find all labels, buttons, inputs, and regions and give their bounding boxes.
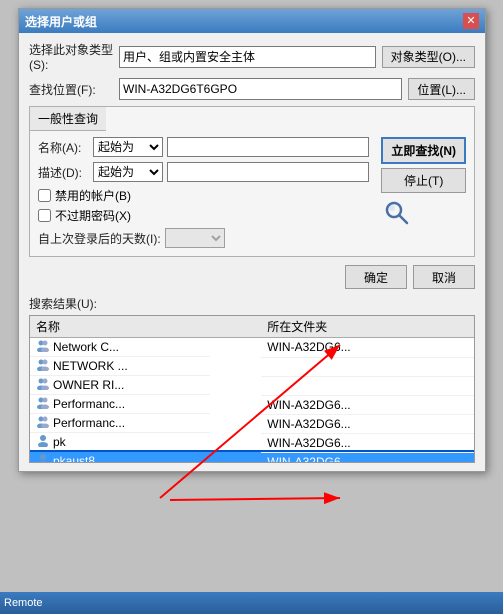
desc-query-label: 描述(D): <box>38 164 93 181</box>
dialog-body: 选择此对象类型(S): 对象类型(O)... 查找位置(F): 位置(L)...… <box>19 33 485 471</box>
cell-name-text: Performanc... <box>53 397 125 411</box>
location-row: 查找位置(F): 位置(L)... <box>29 78 475 100</box>
query-fields: 名称(A): 起始为 描述(D): 起始为 <box>38 137 369 248</box>
stop-button[interactable]: 停止(T) <box>381 168 466 193</box>
object-type-button[interactable]: 对象类型(O)... <box>382 46 475 68</box>
cell-name: pkaust8 <box>30 452 210 463</box>
cancel-button[interactable]: 取消 <box>413 265 475 289</box>
magnifier-icon <box>381 197 413 229</box>
location-button[interactable]: 位置(L)... <box>408 78 475 100</box>
location-input[interactable] <box>119 78 402 100</box>
cell-folder: WIN-A32DG6... <box>261 452 474 463</box>
desc-query-row: 描述(D): 起始为 <box>38 162 369 182</box>
results-label: 搜索结果(U): <box>29 295 475 312</box>
taskbar: Remote <box>0 592 503 614</box>
table-row[interactable]: NETWORK ... <box>30 357 474 376</box>
user-icon <box>36 434 50 450</box>
user-icon <box>36 358 50 374</box>
cell-name: NETWORK ... <box>30 357 210 376</box>
object-type-label: 选择此对象类型(S): <box>29 41 119 72</box>
results-section: 搜索结果(U): 名称 所在文件夹 Network C... WIN-A32DG6… <box>29 295 475 463</box>
cell-folder: WIN-A32DG6... <box>261 338 474 358</box>
cell-name-text: pkaust8 <box>53 454 95 463</box>
cell-folder <box>261 376 474 395</box>
desc-query-input[interactable] <box>167 162 369 182</box>
cell-name-text: Network C... <box>53 340 119 354</box>
noexpire-checkbox-row: 不过期密码(X) <box>38 207 369 224</box>
ok-button[interactable]: 确定 <box>345 265 407 289</box>
title-bar: 选择用户或组 ✕ <box>19 9 485 33</box>
user-icon <box>36 396 50 412</box>
close-button[interactable]: ✕ <box>463 13 479 29</box>
cell-name-text: Performanc... <box>53 416 125 430</box>
search-button[interactable]: 立即查找(N) <box>381 137 466 164</box>
table-row[interactable]: pkaust8 WIN-A32DG6... <box>30 452 474 463</box>
desc-query-select[interactable]: 起始为 <box>93 162 163 182</box>
user-icon <box>36 339 50 355</box>
user-icon <box>36 377 50 393</box>
disabled-accounts-checkbox[interactable] <box>38 189 51 202</box>
name-query-row: 名称(A): 起始为 <box>38 137 369 157</box>
cell-name-text: pk <box>53 435 66 449</box>
noexpire-password-checkbox[interactable] <box>38 209 51 222</box>
days-select[interactable] <box>165 228 225 248</box>
disabled-checkbox-row: 禁用的帐户(B) <box>38 187 369 204</box>
cell-name: OWNER RI... <box>30 376 210 395</box>
days-row: 自上次登录后的天数(I): <box>38 228 369 248</box>
noexpire-password-label: 不过期密码(X) <box>55 207 131 224</box>
user-icon <box>36 415 50 431</box>
results-tbody: Network C... WIN-A32DG6... NETWORK ... OWNE… <box>30 338 474 464</box>
confirm-row: 确定 取消 <box>29 265 475 289</box>
object-type-input[interactable] <box>119 46 376 68</box>
location-label: 查找位置(F): <box>29 81 119 98</box>
select-user-dialog: 选择用户或组 ✕ 选择此对象类型(S): 对象类型(O)... 查找位置(F):… <box>18 8 486 472</box>
object-type-row: 选择此对象类型(S): 对象类型(O)... <box>29 41 475 72</box>
table-row[interactable]: Network C... WIN-A32DG6... <box>30 338 474 358</box>
days-label: 自上次登录后的天数(I): <box>38 230 161 247</box>
query-right-panel: 立即查找(N) 停止(T) <box>381 137 466 248</box>
user-icon <box>36 453 50 463</box>
query-panel: 一般性查询 名称(A): 起始为 描述 <box>29 106 475 257</box>
col-folder-header: 所在文件夹 <box>261 316 474 338</box>
name-query-input[interactable] <box>167 137 369 157</box>
table-row[interactable]: Performanc... WIN-A32DG6... <box>30 414 474 433</box>
table-row[interactable]: Performanc... WIN-A32DG6... <box>30 395 474 414</box>
cell-name: pk <box>30 433 210 452</box>
cell-name: Performanc... <box>30 414 210 433</box>
disabled-accounts-label: 禁用的帐户(B) <box>55 187 131 204</box>
cell-folder <box>261 357 474 376</box>
name-query-select[interactable]: 起始为 <box>93 137 163 157</box>
cell-folder: WIN-A32DG6... <box>261 395 474 414</box>
col-name-header: 名称 <box>30 316 261 338</box>
section-tab[interactable]: 一般性查询 <box>30 107 106 131</box>
results-table-wrapper[interactable]: 名称 所在文件夹 Network C... WIN-A32DG6... NETWOR… <box>29 315 475 463</box>
taskbar-text: Remote <box>4 597 43 609</box>
cell-name: Performanc... <box>30 395 210 414</box>
cell-name: Network C... <box>30 338 210 357</box>
results-table: 名称 所在文件夹 Network C... WIN-A32DG6... NETWOR… <box>30 316 474 463</box>
cell-folder: WIN-A32DG6... <box>261 414 474 433</box>
table-row[interactable]: pk WIN-A32DG6... <box>30 433 474 452</box>
dialog-title: 选择用户或组 <box>25 13 97 30</box>
table-row[interactable]: OWNER RI... <box>30 376 474 395</box>
cell-name-text: OWNER RI... <box>53 378 124 392</box>
section-content: 名称(A): 起始为 描述(D): 起始为 <box>30 131 474 256</box>
results-header-row: 名称 所在文件夹 <box>30 316 474 338</box>
name-query-label: 名称(A): <box>38 139 93 156</box>
cell-name-text: NETWORK ... <box>53 359 128 373</box>
cell-folder: WIN-A32DG6... <box>261 433 474 452</box>
